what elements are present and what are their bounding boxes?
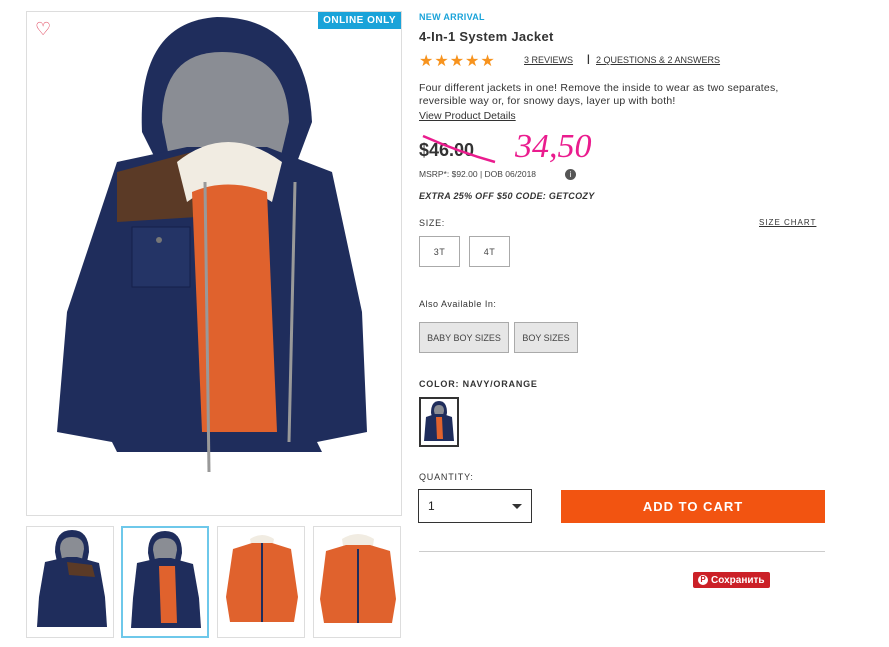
view-product-details-link[interactable]: View Product Details [419,110,516,122]
separator: | [587,54,590,65]
swatch-jacket-image [424,401,454,441]
quantity-value: 1 [428,499,435,513]
baby-boy-sizes-button[interactable]: BABY BOY SIZES [419,322,509,353]
info-icon[interactable]: i [565,169,576,180]
heart-icon[interactable]: ♡ [35,20,55,40]
questions-answers-link[interactable]: 2 QUESTIONS & 2 ANSWERS [596,55,720,65]
thumbnail-jacket-open [131,531,201,628]
promo-text: EXTRA 25% OFF $50 CODE: GETCOZY [419,191,595,201]
color-label: COLOR: NAVY/ORANGE [419,379,538,389]
thumbnail-4[interactable] [313,526,401,638]
divider [419,551,825,552]
reviews-link[interactable]: 3 REVIEWS [524,55,573,65]
quantity-select[interactable]: 1 [418,489,532,523]
also-available-label: Also Available In: [419,299,497,309]
color-swatch-navy-orange[interactable] [419,397,459,447]
handwritten-new-price: 34,50 [515,128,592,165]
thumbnail-1[interactable] [26,526,114,638]
thumbnail-3[interactable] [217,526,305,638]
product-title: 4-In-1 System Jacket [419,29,554,44]
thumbnail-fleece-alt [320,534,396,623]
size-option-3t[interactable]: 3T [419,236,460,267]
size-label: SIZE: [419,218,446,228]
thumbnail-2[interactable] [121,526,209,638]
size-option-4t[interactable]: 4T [469,236,510,267]
star-rating-icon: ★★★★★ [419,53,496,70]
pinterest-save-button[interactable]: P Сохранить [693,572,770,588]
product-description: Four different jackets in one! Remove th… [419,82,779,107]
jacket-illustration [57,17,367,473]
msrp-text: MSRP*: $92.00 | DOB 06/2018 [419,169,537,179]
thumbnail-fleece-front [226,535,298,622]
thumbnail-jacket-navy [37,530,107,627]
online-only-badge: ONLINE ONLY [318,12,401,29]
pinterest-icon: P [698,575,708,585]
questions-link-wrap: 2 QUESTIONS & 2 ANSWERS [596,55,720,65]
reviews-link-wrap: 3 REVIEWS [524,55,573,65]
boy-sizes-button[interactable]: BOY SIZES [514,322,578,353]
size-chart-link[interactable]: SIZE CHART [759,218,816,227]
pinterest-save-label: Сохранить [711,574,765,586]
price-strikethrough [422,134,496,164]
main-product-image[interactable]: ONLINE ONLY ♡ [26,11,402,516]
add-to-cart-button[interactable]: ADD TO CART [561,490,825,523]
chevron-down-icon [512,504,522,509]
new-arrival-label: NEW ARRIVAL [419,12,485,22]
quantity-label: QUANTITY: [419,472,474,482]
